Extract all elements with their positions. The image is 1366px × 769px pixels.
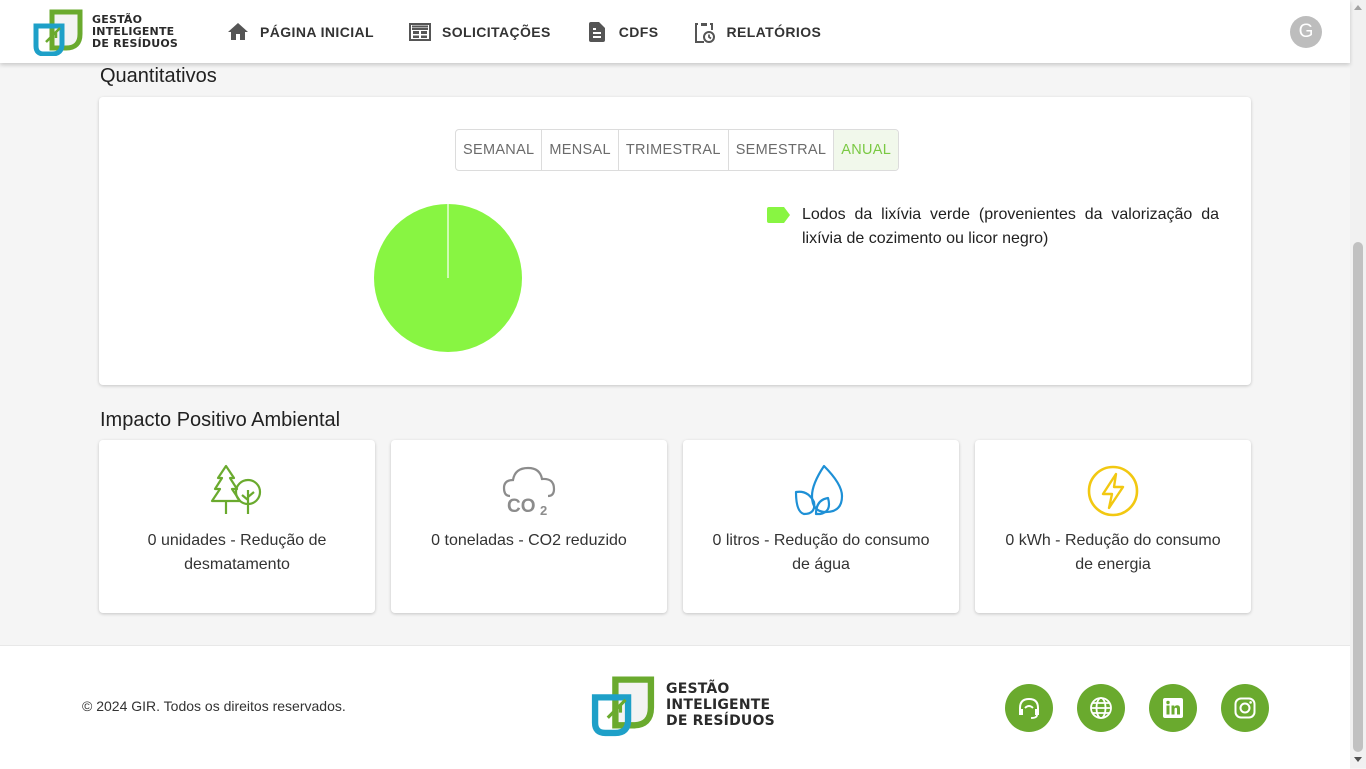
- nav-label: CDFS: [618, 23, 659, 40]
- instagram-icon: [1234, 697, 1256, 719]
- calendar-view-icon: [408, 22, 431, 41]
- impacto-title: Impacto Positivo Ambiental: [100, 409, 341, 431]
- impact-text: 0 unidades - Redução de desmatamento: [147, 532, 327, 573]
- period-mensal-button[interactable]: MENSAL: [542, 130, 619, 170]
- support-button[interactable]: [1005, 684, 1053, 732]
- website-button[interactable]: [1077, 684, 1125, 732]
- nav-item-cdfs[interactable]: CDFS: [585, 20, 659, 44]
- legend-label: Lodos da lixívia verde (provenientes da …: [802, 206, 1219, 247]
- nav-label: RELATÓRIOS: [726, 23, 822, 40]
- nav-item-relatorios[interactable]: RELATÓRIOS: [692, 20, 821, 44]
- impact-text: 0 kWh - Redução do consumo de energia: [1005, 532, 1221, 573]
- scroll-down-arrow-icon[interactable]: [1354, 757, 1362, 762]
- co2-cloud-icon: CO 2: [502, 466, 556, 518]
- brand-line-2: INTELIGENTE: [666, 697, 771, 713]
- period-anual-button[interactable]: ANUAL: [834, 130, 899, 170]
- period-trimestral-button[interactable]: TRIMESTRAL: [619, 130, 729, 170]
- nav-label: SOLICITAÇÕES: [441, 23, 551, 40]
- home-icon: [228, 22, 248, 40]
- impact-text: 0 toneladas - CO2 reduzido: [431, 532, 627, 549]
- support-headset-icon: [1019, 697, 1039, 719]
- clipboard-clock-icon: [695, 22, 716, 43]
- period-semanal-button[interactable]: SEMANAL: [456, 130, 543, 170]
- page-scrollbar[interactable]: [1350, 0, 1366, 768]
- gir-logo-icon: [33, 9, 83, 56]
- user-avatar[interactable]: G: [1290, 16, 1322, 48]
- document-icon: [588, 21, 605, 42]
- copyright-text: © 2024 GIR. Todos os direitos reservados…: [82, 698, 346, 714]
- gir-logo-icon: [591, 676, 655, 737]
- brand-line-1: GESTÃO: [666, 681, 730, 697]
- globe-icon: [1090, 697, 1112, 719]
- footer-logo: GESTÃO INTELIGENTE DE RESÍDUOS: [590, 673, 775, 737]
- svg-text:CO: CO: [507, 496, 536, 517]
- quantitativos-card: SEMANAL MENSAL TRIMESTRAL SEMESTRAL ANUA…: [99, 97, 1251, 385]
- brand-line-3: DE RESÍDUOS: [666, 713, 775, 729]
- instagram-button[interactable]: [1221, 684, 1269, 732]
- period-semestral-button[interactable]: SEMESTRAL: [729, 130, 835, 170]
- impact-text: 0 litros - Redução do consumo de água: [712, 532, 930, 573]
- scroll-up-arrow-icon[interactable]: [1354, 5, 1362, 10]
- trees-icon: [210, 464, 262, 514]
- lightning-icon: [1087, 465, 1139, 517]
- brand-line-3: DE RESÍDUOS: [92, 37, 179, 50]
- footer: © 2024 GIR. Todos os direitos reservados…: [0, 645, 1350, 769]
- impact-card-energia: 0 kWh - Redução do consumo de energia: [975, 440, 1251, 613]
- nav-label: PÁGINA INICIAL: [260, 23, 374, 40]
- chart-legend: Lodos da lixívia verde (provenientes da …: [767, 203, 1219, 251]
- nav-item-pagina-inicial[interactable]: PÁGINA INICIAL: [226, 20, 374, 44]
- scrollbar-thumb[interactable]: [1353, 242, 1363, 752]
- main-nav: PÁGINA INICIAL SOLICITAÇÕES CDFS RELATÓR…: [226, 0, 855, 63]
- impact-card-agua: 0 litros - Redução do consumo de água: [683, 440, 959, 613]
- svg-text:2: 2: [540, 503, 547, 518]
- impact-card-co2: CO 2 0 toneladas - CO2 reduzido: [391, 440, 667, 613]
- impact-card-desmatamento: 0 unidades - Redução de desmatamento: [99, 440, 375, 613]
- linkedin-button[interactable]: [1149, 684, 1197, 732]
- legend-swatch-icon[interactable]: [767, 207, 790, 223]
- linkedin-icon: [1163, 698, 1183, 718]
- quantitativos-title: Quantitativos: [100, 65, 217, 87]
- brand-logo[interactable]: GESTÃO INTELIGENTE DE RESÍDUOS: [32, 8, 178, 56]
- top-navbar: GESTÃO INTELIGENTE DE RESÍDUOS PÁGINA IN…: [0, 0, 1350, 63]
- water-drop-leaf-icon: [794, 464, 844, 516]
- period-toggle-group: SEMANAL MENSAL TRIMESTRAL SEMESTRAL ANUA…: [455, 129, 900, 171]
- nav-item-solicitacoes[interactable]: SOLICITAÇÕES: [408, 20, 551, 44]
- pie-chart: [374, 204, 522, 352]
